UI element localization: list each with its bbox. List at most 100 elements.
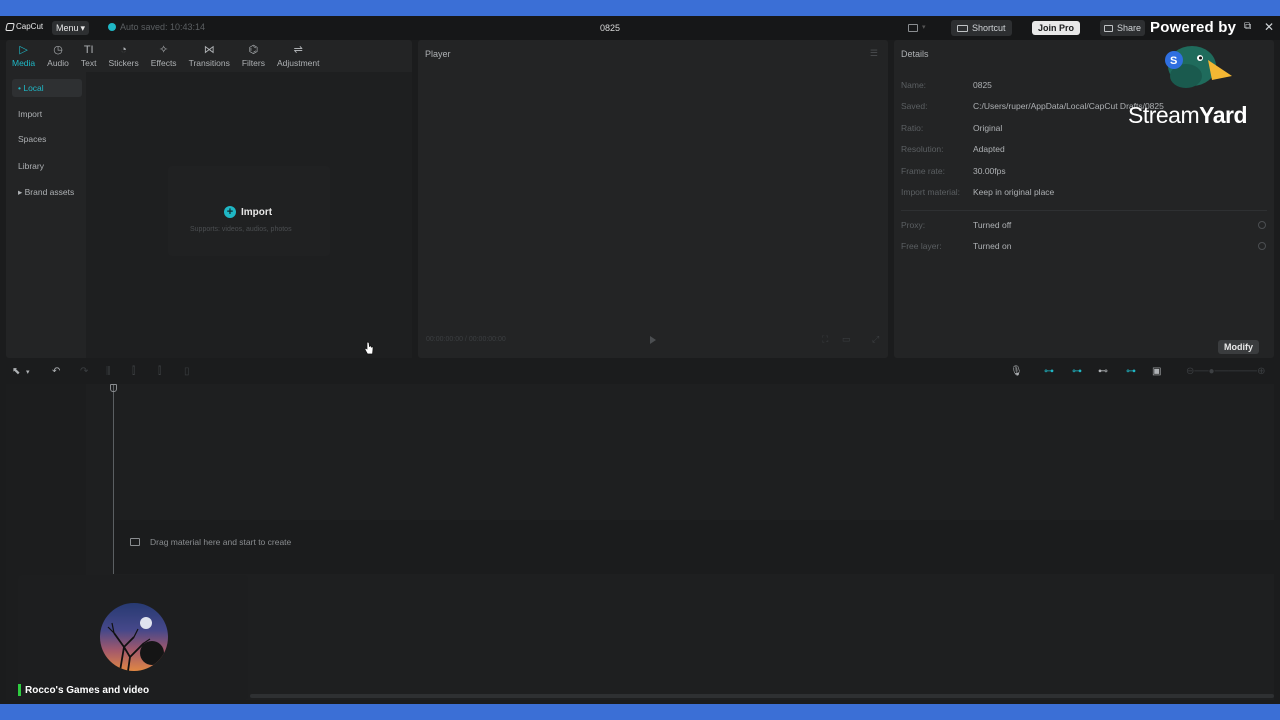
detail-saved: Saved: C:/Users/ruper/AppData/Local/CapC… (901, 101, 1164, 111)
tab-label: Filters (241, 58, 265, 68)
info-icon[interactable] (1258, 242, 1266, 250)
ratio-icon[interactable]: ▭ (842, 334, 851, 345)
player-title: Player (425, 49, 451, 59)
detail-value: Original (973, 123, 1003, 133)
redo-icon[interactable]: ↷ (80, 366, 88, 377)
layout-icon[interactable] (908, 24, 918, 32)
tab-label: Audio (47, 58, 69, 68)
detail-ratio: Ratio: Original (901, 123, 1002, 133)
detail-label: Saved: (901, 101, 928, 111)
effects-icon: ✧ (159, 44, 169, 56)
expand-icon[interactable]: ⤢ (872, 334, 879, 345)
link-main-track-icon[interactable]: ⊶ (1044, 366, 1054, 377)
sidebar-item-local[interactable]: • Local (12, 79, 82, 97)
title-bar: CapCut Menu ▾ Auto saved: 10:43:14 0825 … (0, 16, 1280, 40)
delete-icon[interactable]: ▯ (184, 366, 190, 377)
player-panel: Player ☰ 00:00:00:00 / 00:00:00:00 ⛶ ▭ ⤢ (418, 40, 888, 358)
hand-cursor-icon (364, 341, 374, 355)
webcam-name: Rocco's Games and video (25, 684, 150, 696)
detail-value: Keep in original place (973, 187, 1055, 197)
keyboard-icon (957, 24, 968, 32)
text-icon: TI (83, 44, 94, 56)
tab-audio[interactable]: ◷ Audio (41, 40, 75, 72)
plus-icon: + (224, 206, 236, 218)
detail-proxy: Proxy: Turned off (901, 220, 1011, 230)
timeline-scrollbar[interactable] (250, 694, 1274, 698)
details-title: Details (901, 49, 929, 59)
undo-icon[interactable]: ↶ (52, 366, 60, 377)
tab-filters[interactable]: ⌬ Filters (236, 40, 271, 72)
filters-icon: ⌬ (248, 44, 259, 56)
menu-button[interactable]: Menu ▾ (52, 21, 90, 35)
tab-label: Transitions (188, 58, 230, 68)
tab-transitions[interactable]: ⋈ Transitions (183, 40, 236, 72)
detail-label: Resolution: (901, 144, 944, 154)
detail-label: Ratio: (901, 123, 924, 133)
detail-resolution: Resolution: Adapted (901, 144, 1005, 154)
avatar-scene (107, 617, 164, 671)
timeline-toolbar: ⬉ ▾ ↶ ↷ ⫼ ⫿ ⫿ ▯ 🎙 ⊶ ⊶ ⊷ ⊶ ▣ ⊖──●──────⊕ (6, 362, 1274, 382)
import-button[interactable]: + Import (224, 206, 272, 218)
transitions-icon: ⋈ (203, 44, 215, 56)
film-icon (130, 538, 140, 546)
import-dropzone[interactable]: + Import Supports: videos, audios, photo… (168, 166, 330, 256)
split-left-icon[interactable]: ⫿ (132, 366, 135, 377)
autosave-status: Auto saved: 10:43:14 (108, 22, 205, 32)
shortcut-label: Shortcut (972, 23, 1006, 33)
preview-axis-icon[interactable]: ⊶ (1126, 366, 1136, 377)
split-right-icon[interactable]: ⫿ (158, 366, 161, 377)
media-icon: ▷ (19, 44, 28, 56)
wordmark-bold: Yard (1199, 102, 1248, 128)
tab-label: Effects (150, 58, 177, 68)
zoom-slider[interactable]: ⊖──●──────⊕ (1186, 366, 1265, 377)
detail-value: Adapted (973, 144, 1005, 154)
menu-icon[interactable]: ☰ (870, 48, 878, 59)
divider (901, 210, 1267, 211)
join-pro-button[interactable]: Join Pro (1032, 21, 1081, 35)
sidebar-item-import[interactable]: Import (12, 105, 82, 123)
tab-stickers[interactable]: ◔ Stickers (103, 40, 145, 72)
magnet-icon[interactable]: ⊶ (1072, 366, 1082, 377)
media-area: + Import Supports: videos, audios, photo… (86, 72, 412, 358)
tab-adjustment[interactable]: ⇌ Adjustment (271, 40, 326, 72)
sidebar-item-library[interactable]: Library (12, 157, 82, 175)
play-icon[interactable] (650, 336, 656, 344)
capcut-logo-icon (5, 22, 15, 31)
sticker-icon: ◔ (120, 44, 127, 56)
tab-label: Media (12, 58, 36, 68)
tab-media[interactable]: ▷ Media (6, 40, 41, 72)
sidebar-item-brand-assets[interactable]: ▸ Brand assets (12, 183, 82, 201)
tab-label: Text (80, 58, 97, 68)
chevron-down-icon[interactable]: ▾ (26, 368, 30, 376)
detail-name: Name: 0825 (901, 80, 992, 90)
svg-text:S: S (1170, 55, 1177, 67)
detail-import-material: Import material: Keep in original place (901, 187, 1054, 197)
select-cursor-icon[interactable]: ⬉ (12, 366, 20, 377)
fullscreen-crop-icon[interactable]: ⛶ (822, 334, 828, 345)
tab-label: Adjustment (276, 58, 320, 68)
link-icon[interactable]: ⊷ (1098, 366, 1108, 377)
detail-value: Turned on (973, 241, 1012, 251)
share-icon (1104, 24, 1113, 32)
webcam-overlay: Rocco's Games and video (18, 575, 248, 700)
playhead[interactable] (113, 384, 114, 574)
logo-text: CapCut (16, 22, 44, 31)
sidebar-item-spaces[interactable]: Spaces (12, 130, 82, 148)
tab-effects[interactable]: ✧ Effects (145, 40, 183, 72)
main-track[interactable] (114, 520, 1274, 574)
shortcut-button[interactable]: Shortcut (951, 20, 1012, 36)
modify-button[interactable]: Modify (1218, 340, 1259, 354)
avatar (100, 603, 168, 671)
detail-frame-rate: Frame rate: 30.00fps (901, 166, 1006, 176)
playhead-handle[interactable] (110, 384, 117, 392)
timeline-hint-text: Drag material here and start to create (150, 537, 292, 547)
detail-label: Import material: (901, 187, 961, 197)
tab-text[interactable]: TI Text (75, 40, 103, 72)
chevron-down-icon: ▾ (80, 22, 86, 33)
thumbnail-icon[interactable]: ▣ (1152, 366, 1161, 377)
audio-icon: ◷ (53, 44, 63, 56)
microphone-icon[interactable]: 🎙 (1010, 366, 1023, 377)
chevron-down-icon[interactable]: ▾ (922, 23, 926, 31)
info-icon[interactable] (1258, 221, 1266, 229)
split-icon[interactable]: ⫼ (106, 366, 111, 377)
